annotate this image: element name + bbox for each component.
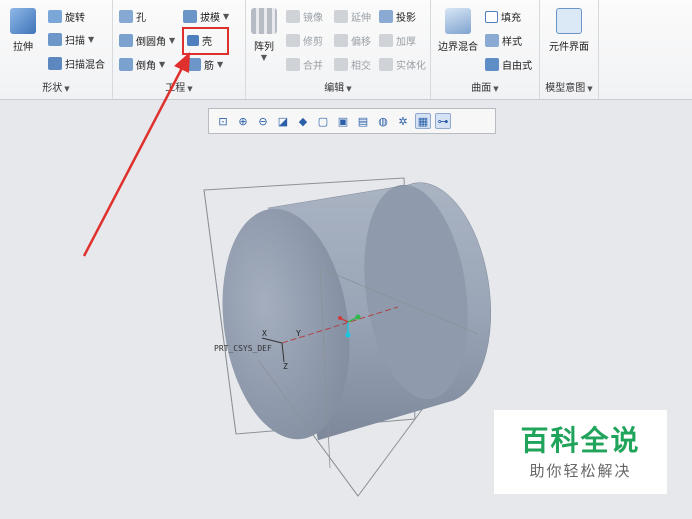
watermark-subtitle: 助你轻松解决: [529, 461, 632, 480]
axis-x-label: X: [262, 329, 267, 338]
annotation-arrow: [82, 52, 190, 257]
axis-y-label: Y: [296, 329, 301, 338]
csys-label: PRT_CSYS_DEF: [214, 344, 272, 353]
axis-z-label: Z: [283, 362, 288, 371]
watermark-logo: 百科全说 助你轻松解决: [494, 410, 667, 494]
watermark-title: 百科全说: [520, 423, 641, 457]
